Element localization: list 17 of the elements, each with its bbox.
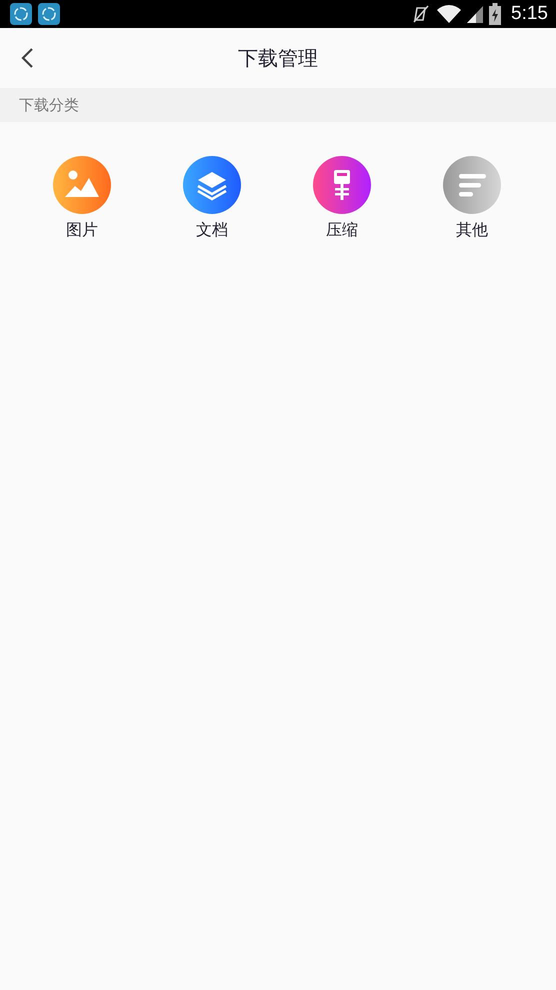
category-button[interactable]: 文档 [147,156,277,241]
layers-icon [183,156,241,214]
lines-icon [443,156,501,214]
section-title: 下载分类 [19,96,79,114]
app-icon [38,3,60,25]
zipper-icon [313,156,371,214]
app-icon [10,3,32,25]
page-title: 下载管理 [238,44,318,72]
wifi-icon [437,4,462,24]
signal-icon [467,4,484,24]
mute-icon [411,4,432,24]
picture-icon [53,156,111,214]
clock: 5:15 [511,3,548,25]
category-button[interactable]: 其他 [407,156,537,241]
category-button[interactable]: 压缩 [277,156,407,241]
battery-icon [489,3,502,25]
category-button[interactable]: 图片 [17,156,147,241]
